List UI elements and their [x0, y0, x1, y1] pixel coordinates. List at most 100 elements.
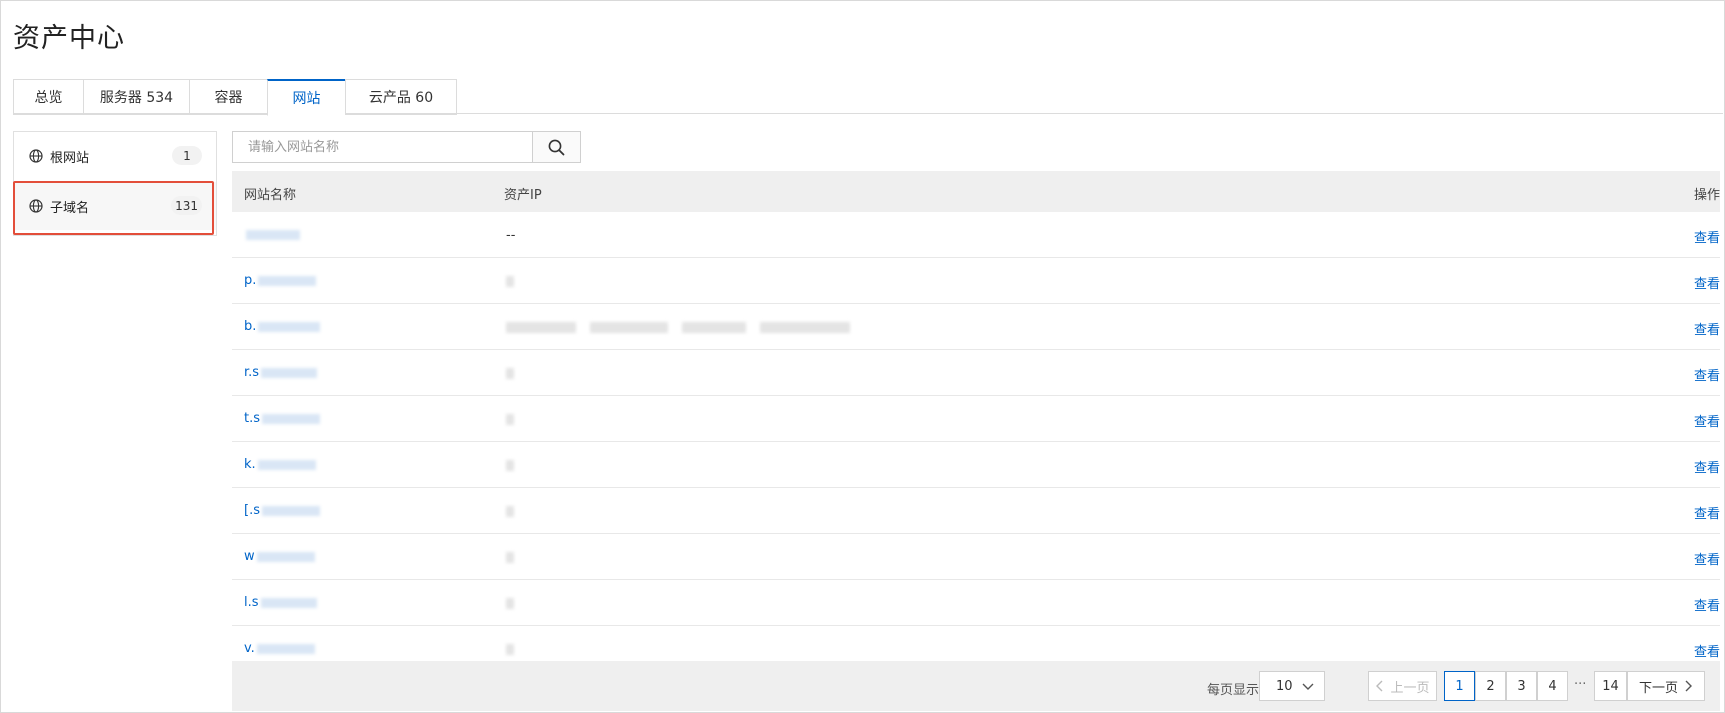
table-header: 网站名称 资产IP 操作 [232, 171, 1720, 212]
view-link[interactable]: 查看 [1694, 549, 1720, 568]
website-name-link[interactable]: v. [244, 641, 315, 656]
tab-containers[interactable]: 容器 [189, 79, 267, 115]
redacted-ip [682, 322, 746, 333]
page-button-4[interactable]: 4 [1537, 671, 1568, 701]
website-name-text: p. [244, 273, 257, 288]
asset-ip-cell [506, 550, 528, 565]
view-link[interactable]: 查看 [1694, 365, 1720, 384]
redacted-text [260, 597, 317, 608]
pagination-bar: 每页显示 10 上一页 1 2 3 4 ··· 14 下一页 [232, 661, 1720, 711]
view-link[interactable]: 查看 [1694, 227, 1720, 246]
page-button-last[interactable]: 14 [1594, 671, 1627, 701]
redacted-text [256, 551, 315, 562]
table-row: t.s 查看 [232, 396, 1720, 442]
page-button-2[interactable]: 2 [1475, 671, 1506, 701]
redacted-text [246, 229, 300, 240]
redacted-ip [506, 322, 576, 333]
redacted-text [258, 275, 317, 286]
website-name-link[interactable]: w [244, 549, 315, 564]
count-badge: 1 [172, 146, 202, 165]
website-name-text: [.s [244, 503, 260, 518]
search-bar [232, 131, 581, 163]
page-size-select[interactable]: 10 [1259, 671, 1325, 701]
redacted-ip [506, 506, 514, 517]
search-icon [548, 139, 565, 155]
website-name-link[interactable] [244, 227, 300, 242]
website-name-link[interactable]: b. [244, 319, 321, 334]
website-name-text: t.s [244, 411, 261, 426]
column-header-action: 操作 [1693, 188, 1720, 203]
website-name-link[interactable]: r.s [244, 365, 318, 380]
page-button-1[interactable]: 1 [1444, 671, 1475, 701]
redacted-ip [506, 552, 514, 563]
redacted-text [261, 505, 320, 516]
website-name-link[interactable]: t.s [244, 411, 321, 426]
redacted-ip [506, 368, 514, 379]
prev-page-button[interactable]: 上一页 [1368, 671, 1437, 701]
next-page-button[interactable]: 下一页 [1627, 671, 1705, 701]
website-name-text: k. [244, 457, 256, 472]
website-name-text: b. [244, 319, 257, 334]
view-link[interactable]: 查看 [1694, 457, 1720, 476]
table-row: k. 查看 [232, 442, 1720, 488]
page-size-label: 每页显示 [1207, 683, 1260, 698]
website-name-text: r.s [244, 365, 260, 380]
redacted-ip [590, 322, 668, 333]
view-link[interactable]: 查看 [1694, 273, 1720, 292]
page-title: 资产中心 [13, 23, 125, 54]
asset-ip-cell [506, 412, 528, 427]
asset-ip-text: -- [506, 228, 516, 243]
website-name-link[interactable]: l.s [244, 595, 317, 610]
website-name-text: v. [244, 641, 255, 656]
search-input[interactable] [232, 131, 533, 163]
tab-cloud-products[interactable]: 云产品 60 [345, 79, 457, 115]
next-page-label: 下一页 [1638, 680, 1678, 696]
asset-ip-cell [506, 504, 528, 519]
globe-icon [29, 149, 43, 163]
asset-ip-cell [506, 274, 528, 289]
prev-page-label: 上一页 [1390, 680, 1430, 696]
asset-ip-cell [506, 320, 864, 335]
redacted-ip [506, 460, 514, 471]
redacted-ip [760, 322, 850, 333]
website-name-link[interactable]: p. [244, 273, 317, 288]
view-link[interactable]: 查看 [1694, 319, 1720, 338]
website-table: 网站名称 资产IP 操作 -- 查看 p. 查看 b. 查看 r.s 查看 t.s 查看 k. 查看[… [232, 171, 1720, 672]
chevron-left-icon [1376, 680, 1383, 692]
redacted-ip [506, 644, 514, 655]
column-header-name: 网站名称 [244, 188, 297, 203]
website-name-text: w [244, 549, 255, 564]
website-name-link[interactable]: [.s [244, 503, 320, 518]
page-button-3[interactable]: 3 [1506, 671, 1537, 701]
table-row: l.s 查看 [232, 580, 1720, 626]
sidebar-item-root-site[interactable]: 根网站 1 [14, 132, 216, 180]
selection-highlight-box [13, 181, 214, 235]
view-link[interactable]: 查看 [1694, 411, 1720, 430]
redacted-text [256, 643, 315, 654]
table-row: [.s 查看 [232, 488, 1720, 534]
table-row: w 查看 [232, 534, 1720, 580]
redacted-text [258, 321, 321, 332]
website-name-link[interactable]: k. [244, 457, 316, 472]
tab-servers[interactable]: 服务器 534 [83, 79, 189, 115]
redacted-text [261, 367, 318, 378]
table-row: r.s 查看 [232, 350, 1720, 396]
view-link[interactable]: 查看 [1694, 503, 1720, 522]
page-size-value: 10 [1276, 678, 1293, 694]
table-row: b. 查看 [232, 304, 1720, 350]
redacted-text [257, 459, 316, 470]
view-link[interactable]: 查看 [1694, 595, 1720, 614]
tab-bar: 总览 服务器 534 容器 网站 云产品 60 [13, 79, 457, 116]
redacted-ip [506, 598, 514, 609]
asset-ip-cell [506, 642, 528, 657]
view-link[interactable]: 查看 [1694, 641, 1720, 660]
search-button[interactable] [532, 131, 581, 163]
asset-ip-cell [506, 596, 528, 611]
asset-ip-cell [506, 458, 528, 473]
redacted-ip [506, 414, 514, 425]
column-header-ip: 资产IP [504, 188, 542, 203]
table-body: -- 查看 p. 查看 b. 查看 r.s 查看 t.s 查看 k. 查看 [.s 查看 w 查看 l.s 查看 v… [232, 212, 1720, 672]
tab-websites[interactable]: 网站 [267, 79, 345, 116]
tab-overview[interactable]: 总览 [13, 79, 83, 115]
website-name-text: l.s [244, 595, 259, 610]
